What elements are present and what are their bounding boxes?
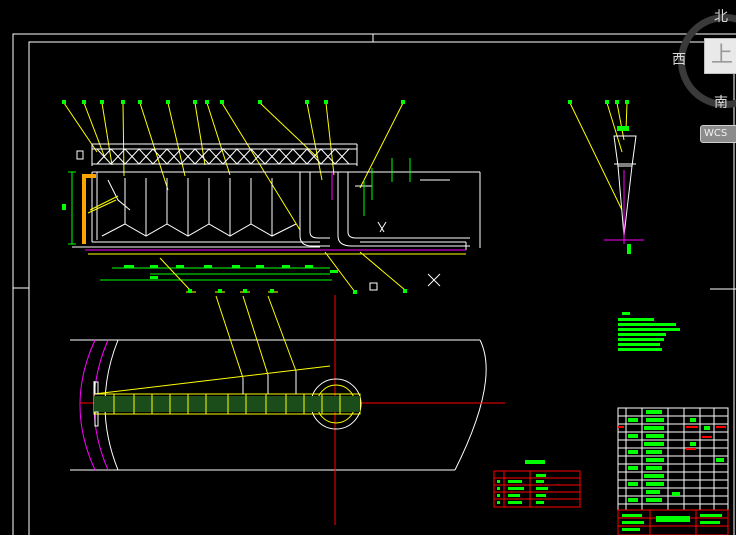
leader-tags-top xyxy=(62,100,405,104)
tank-elevation xyxy=(72,158,481,255)
legend-table-text xyxy=(497,460,548,504)
drawing-canvas[interactable] xyxy=(0,0,736,535)
leader-lines-mid xyxy=(159,251,406,293)
wcs-menu-button[interactable]: WCS xyxy=(700,125,736,143)
scraper-detail xyxy=(569,102,644,254)
title-block-text xyxy=(622,410,724,531)
wcs-label: WCS xyxy=(704,128,728,139)
notes-block xyxy=(618,312,680,351)
plan-view xyxy=(70,295,505,525)
compass-west-label[interactable]: 西 xyxy=(672,49,686,69)
cad-viewport[interactable]: 北 西 南 上 WCS xyxy=(0,0,736,535)
compass-south-label[interactable]: 南 xyxy=(714,92,728,112)
sheet-border-outer xyxy=(12,33,736,535)
view-cube[interactable]: 北 西 南 上 WCS xyxy=(660,0,736,143)
compass-north-label[interactable]: 北 xyxy=(714,6,728,26)
sheet-border-inner xyxy=(28,41,735,535)
leader-lines-top xyxy=(63,102,404,231)
view-cube-top-face[interactable]: 上 xyxy=(704,38,736,74)
detail-tags xyxy=(568,100,629,104)
bridge-truss xyxy=(76,143,358,166)
crosshair-marker xyxy=(369,273,441,291)
